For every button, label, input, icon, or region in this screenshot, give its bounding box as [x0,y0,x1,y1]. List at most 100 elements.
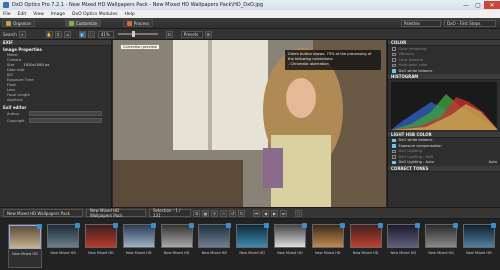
checkbox[interactable] [392,155,396,159]
sort-icon[interactable]: ⇅ [193,209,200,217]
thumbnail[interactable]: New Mixed HD [424,223,459,268]
thumbnail[interactable]: New Mixed HD [198,223,232,268]
thumbnail-caption: New Mixed HD [125,251,152,255]
title-bar: DxO Optics Pro 7.2.1 - New Mixed HD Wall… [0,0,500,10]
left-panel: EXIF Image Properties Maker Camera Size 1… [0,40,112,207]
workspace-dropdown[interactable]: DxO - First Steps [444,19,496,27]
next-icon[interactable]: ▶ [271,209,278,217]
presets-label: Presets [183,31,199,37]
processed-badge-icon [75,223,81,228]
menu-help[interactable]: Help [125,12,135,17]
option-label: Vibrancy [398,52,415,57]
last-icon[interactable]: ⏭ [280,209,287,217]
checkbox[interactable] [392,160,396,164]
checkbox[interactable] [392,69,396,73]
auto-label: Auto [488,160,497,165]
maximize-button[interactable]: ▢ [472,1,484,9]
thumbnail-caption: New Mixed HD [201,251,228,255]
compare-icon[interactable]: ◧ [78,30,86,38]
thumbnail-image [47,223,81,248]
organize-tab[interactable]: Organize [2,19,35,27]
checkbox[interactable] [392,58,396,62]
thumbnail[interactable]: New Mixed HD [387,223,421,268]
star-icon[interactable]: ☆ [220,209,227,217]
menu-dxo-modules[interactable]: DxO Optics Modules [72,12,117,17]
thumbnail[interactable]: New Mixed HD [349,223,383,268]
thumbnail[interactable]: New Mixed HD [235,223,270,268]
process-tab[interactable]: Process [122,19,154,27]
thumbnail-image [387,223,421,248]
checkbox[interactable] [392,144,396,148]
checkbox[interactable] [392,47,396,51]
thumbnail-image [425,223,459,248]
processed-badge-icon [490,223,496,228]
crop-icon[interactable]: ⌗ [54,30,62,38]
exif-label: Flash [7,82,17,87]
thumbnail[interactable]: New Mixed HD [47,223,81,268]
menu-view[interactable]: View [33,12,44,17]
prev-icon[interactable]: ◀ [262,209,269,217]
organize-icon [6,20,11,26]
option-label: DxO white balance [398,68,433,73]
customize-tab[interactable]: Customize [64,19,101,27]
exif-label: Maker [7,52,18,57]
fit-icon[interactable]: ⛶ [87,30,95,38]
settings-icon[interactable]: ⚙ [204,30,212,38]
histogram-header[interactable]: HISTOGRAM [388,73,500,80]
folder-dropdown[interactable]: New Mixed HD Wallpapers Pack [3,209,83,217]
checkbox[interactable] [392,138,396,142]
straighten-icon[interactable]: ⊿ [63,30,71,38]
processed-badge-icon [377,223,383,228]
rotate-left-icon[interactable]: ↺ [229,209,236,217]
thumbnail[interactable]: New Mixed HD [84,223,118,268]
menu-image[interactable]: Image [51,12,65,17]
filter-icon[interactable]: ⚲ [211,209,218,217]
zoom-slider[interactable] [117,31,158,37]
menu-file[interactable]: File [3,12,11,17]
expand-icon[interactable]: ⛶ [295,209,302,217]
image-viewer[interactable]: Correction preview Green button shows: 7… [113,40,386,207]
option-label: Color balance [398,57,424,62]
thumbnail[interactable]: New Mixed HD [462,223,496,268]
checkbox[interactable] [392,63,396,67]
rotate-icon[interactable]: ↻ [165,30,173,38]
presets-dropdown[interactable]: Presets [180,30,203,38]
thumbnail[interactable]: New Mixed HD [8,224,42,268]
thumbnail-caption: New Mixed HD [352,251,379,255]
search-icon[interactable]: ⌕ [18,30,26,38]
correct-tones-header[interactable]: CORRECT TONES [388,166,500,172]
menu-edit[interactable]: Edit [18,12,27,17]
rotate-right-icon[interactable]: ↻ [238,209,245,217]
grid-icon[interactable]: ▦ [202,209,209,217]
zoom-field[interactable]: 41% [97,30,114,38]
copyright-field[interactable] [29,118,102,123]
thumbnail-image [198,223,232,248]
minimize-button[interactable]: — [460,1,472,9]
author-field[interactable] [29,111,102,116]
processed-badge-icon [415,223,421,228]
thumbnail-image [160,223,194,248]
exif-label: Size [7,62,15,67]
project-dropdown[interactable]: New Mixed HD Wallpapers Pack [86,208,146,218]
thumbnail-image [273,223,307,248]
hand-tool-icon[interactable]: ✋ [45,30,53,38]
face [286,78,316,118]
close-button[interactable]: ✕ [484,1,500,9]
photo-preview[interactable]: Correction preview Green button shows: 7… [113,40,386,207]
checkbox[interactable] [392,52,396,56]
thumbnail[interactable]: New Mixed HD [160,223,194,268]
thumbnail[interactable]: New Mixed HD [311,223,345,268]
thumbnail-caption: New Mixed HD [88,251,114,255]
zoom-slider-thumb[interactable] [131,31,135,37]
books [263,148,283,188]
palettes-dropdown[interactable]: Palettes [401,19,441,27]
thumbnail[interactable]: New Mixed HD [122,223,156,268]
checkbox[interactable] [392,149,396,153]
first-icon[interactable]: ⏮ [253,209,260,217]
author-label: Author [7,111,20,116]
light-option[interactable]: DxO Lighting - Auto Auto [388,160,500,166]
thumbnail[interactable]: New Mixed HD [273,223,307,268]
customize-icon [68,20,74,26]
processed-badge-icon [112,223,118,228]
exif-label: Date shot [7,67,25,72]
